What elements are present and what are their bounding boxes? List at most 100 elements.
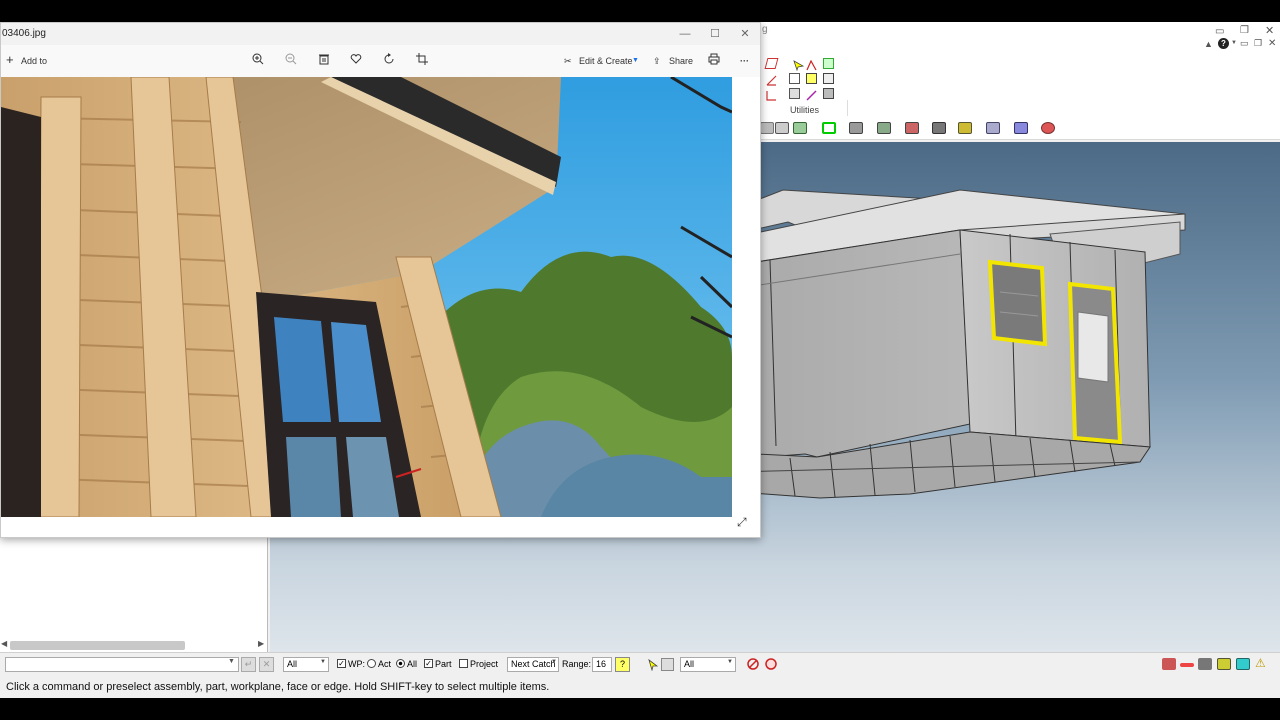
part-label: Part bbox=[435, 659, 452, 669]
close-button[interactable]: ✕ bbox=[730, 23, 760, 45]
select-box-icon[interactable] bbox=[823, 58, 834, 69]
wp-checkbox[interactable]: ✓ bbox=[337, 659, 346, 668]
axis-icon[interactable]: ⚠ bbox=[1255, 656, 1266, 670]
edit-create-button[interactable]: Edit & Create bbox=[579, 53, 633, 69]
cad-restore-icon[interactable]: ❐ bbox=[1240, 25, 1249, 36]
minimize-button[interactable]: — bbox=[670, 23, 700, 45]
scroll-right-icon[interactable]: ▶ bbox=[258, 639, 264, 648]
clear-selection-icon[interactable] bbox=[764, 657, 778, 671]
multi-view-icon[interactable] bbox=[849, 122, 863, 134]
up-arrow-icon[interactable]: ▲ bbox=[1204, 39, 1213, 49]
command-bar: ▼ ↵ ✕ All ▼ ✓ WP: Act All ✓ Part Project… bbox=[0, 652, 1280, 678]
select-box-tool-icon[interactable] bbox=[661, 658, 674, 671]
status-bar: Click a command or preselect assembly, p… bbox=[0, 678, 1280, 698]
green-frame-icon[interactable] bbox=[822, 122, 836, 134]
project-label: Project bbox=[470, 659, 499, 669]
table-tool-icon[interactable] bbox=[823, 88, 834, 99]
command-dropdown-icon[interactable]: ▼ bbox=[228, 658, 235, 665]
cad-titlebar: g ▭ ❐ ✕ ▲ ? ▼ ▭ ❐ ✕ bbox=[760, 22, 1280, 52]
display-mode-icon[interactable] bbox=[986, 122, 1000, 134]
layer-display-icon[interactable] bbox=[1014, 122, 1028, 134]
paint-tool-icon[interactable] bbox=[806, 73, 817, 84]
clear-display-icon[interactable] bbox=[1041, 122, 1055, 134]
mirror-tool-icon[interactable] bbox=[806, 58, 817, 71]
cad-title: g bbox=[762, 24, 768, 35]
photos-window: 03406.jpg — ☐ ✕ + Add to ✂ Edit & Create… bbox=[0, 22, 761, 538]
deselect-icon[interactable] bbox=[746, 657, 760, 671]
arrow-tool-icon[interactable] bbox=[793, 58, 805, 72]
command-input[interactable] bbox=[5, 657, 239, 672]
angle-tool-icon[interactable] bbox=[766, 73, 777, 86]
ribbon: Utilities bbox=[760, 52, 1280, 140]
wp-label: WP: bbox=[348, 659, 365, 669]
doc-restore-icon[interactable]: ❐ bbox=[1254, 38, 1262, 49]
chevron-down-icon[interactable]: ▼ bbox=[1231, 40, 1237, 46]
line-tool-icon[interactable] bbox=[764, 58, 779, 69]
stack-tool-icon[interactable] bbox=[1198, 658, 1212, 670]
all-label: All bbox=[407, 659, 418, 669]
photo-filename: 03406.jpg bbox=[2, 28, 46, 39]
crop-icon[interactable] bbox=[416, 53, 428, 69]
edit-create-chevron-icon[interactable]: ▼ bbox=[632, 53, 639, 69]
doc-close-icon[interactable]: ✕ bbox=[1268, 38, 1276, 49]
help-icon[interactable]: ? bbox=[1218, 38, 1229, 49]
ribbon-group-label: Utilities bbox=[790, 105, 820, 115]
zoom-in-icon[interactable] bbox=[252, 53, 264, 69]
horizontal-scrollbar-thumb[interactable] bbox=[10, 641, 185, 650]
next-catch-chevron-icon: ▼ bbox=[551, 659, 557, 665]
check-list-icon[interactable] bbox=[823, 73, 834, 84]
plane-tool-icon[interactable] bbox=[766, 88, 777, 101]
favorite-icon[interactable] bbox=[350, 53, 362, 69]
photo-image bbox=[1, 77, 732, 517]
range-label: Range: bbox=[562, 659, 592, 669]
more-button[interactable]: ··· bbox=[740, 53, 749, 69]
ribbon-divider bbox=[847, 100, 848, 116]
filter-chevron-icon: ▼ bbox=[320, 659, 326, 665]
selector-value: All bbox=[684, 659, 695, 669]
fit-view-icon[interactable] bbox=[1236, 658, 1250, 670]
view-icon[interactable] bbox=[760, 122, 774, 134]
rotate-icon[interactable] bbox=[383, 53, 395, 69]
assembly-tool-icon[interactable] bbox=[1162, 658, 1176, 670]
layer-tool-icon[interactable] bbox=[789, 88, 800, 99]
range-value: 16 bbox=[596, 659, 607, 669]
filter-select-value: All bbox=[287, 659, 298, 669]
zoom-out-icon[interactable] bbox=[285, 53, 297, 69]
highlight-tool-icon[interactable] bbox=[1217, 658, 1231, 670]
photo-viewer[interactable] bbox=[1, 77, 732, 517]
add-icon: + bbox=[6, 52, 14, 67]
cancel-icon[interactable]: ✕ bbox=[259, 657, 274, 672]
enter-icon[interactable]: ↵ bbox=[241, 657, 256, 672]
dimension-tool-icon[interactable] bbox=[1180, 663, 1194, 667]
grid-tool-icon[interactable] bbox=[789, 73, 800, 84]
section-view-icon[interactable] bbox=[905, 122, 919, 134]
iso-view-icon[interactable] bbox=[877, 122, 891, 134]
part-checkbox[interactable]: ✓ bbox=[424, 659, 433, 668]
doc-minimize-icon[interactable]: ▭ bbox=[1240, 38, 1249, 49]
act-label: Act bbox=[378, 659, 392, 669]
hint-bulb-icon[interactable]: ? bbox=[615, 657, 630, 672]
calc-icon[interactable] bbox=[775, 122, 789, 134]
photos-titlebar: 03406.jpg — ☐ ✕ bbox=[1, 23, 760, 45]
box-view-icon[interactable] bbox=[793, 122, 807, 134]
next-catch-value: Next Catch bbox=[511, 659, 556, 669]
camera-icon[interactable] bbox=[932, 122, 946, 134]
print-icon[interactable] bbox=[708, 53, 720, 69]
edit-create-icon: ✂ bbox=[564, 56, 572, 66]
render-mode-icon[interactable] bbox=[958, 122, 972, 134]
measure-tool-icon[interactable] bbox=[806, 88, 817, 101]
cad-minimize-icon[interactable]: ▭ bbox=[1215, 26, 1224, 37]
maximize-button[interactable]: ☐ bbox=[700, 23, 730, 45]
fullscreen-icon[interactable]: ⤢ bbox=[737, 515, 747, 530]
act-radio[interactable] bbox=[367, 659, 376, 668]
cad-close-icon[interactable]: ✕ bbox=[1265, 24, 1274, 37]
all-radio[interactable] bbox=[396, 659, 405, 668]
project-checkbox[interactable] bbox=[459, 659, 468, 668]
photos-toolbar: + Add to ✂ Edit & Create ▼ ⇪ Share ··· bbox=[1, 45, 760, 77]
add-to-button[interactable]: Add to bbox=[21, 53, 47, 69]
range-input[interactable]: 16 bbox=[592, 657, 612, 672]
select-arrow-icon[interactable] bbox=[648, 658, 659, 673]
share-button[interactable]: Share bbox=[669, 53, 693, 69]
delete-icon[interactable] bbox=[318, 53, 330, 69]
scroll-left-icon[interactable]: ◀ bbox=[1, 639, 7, 648]
